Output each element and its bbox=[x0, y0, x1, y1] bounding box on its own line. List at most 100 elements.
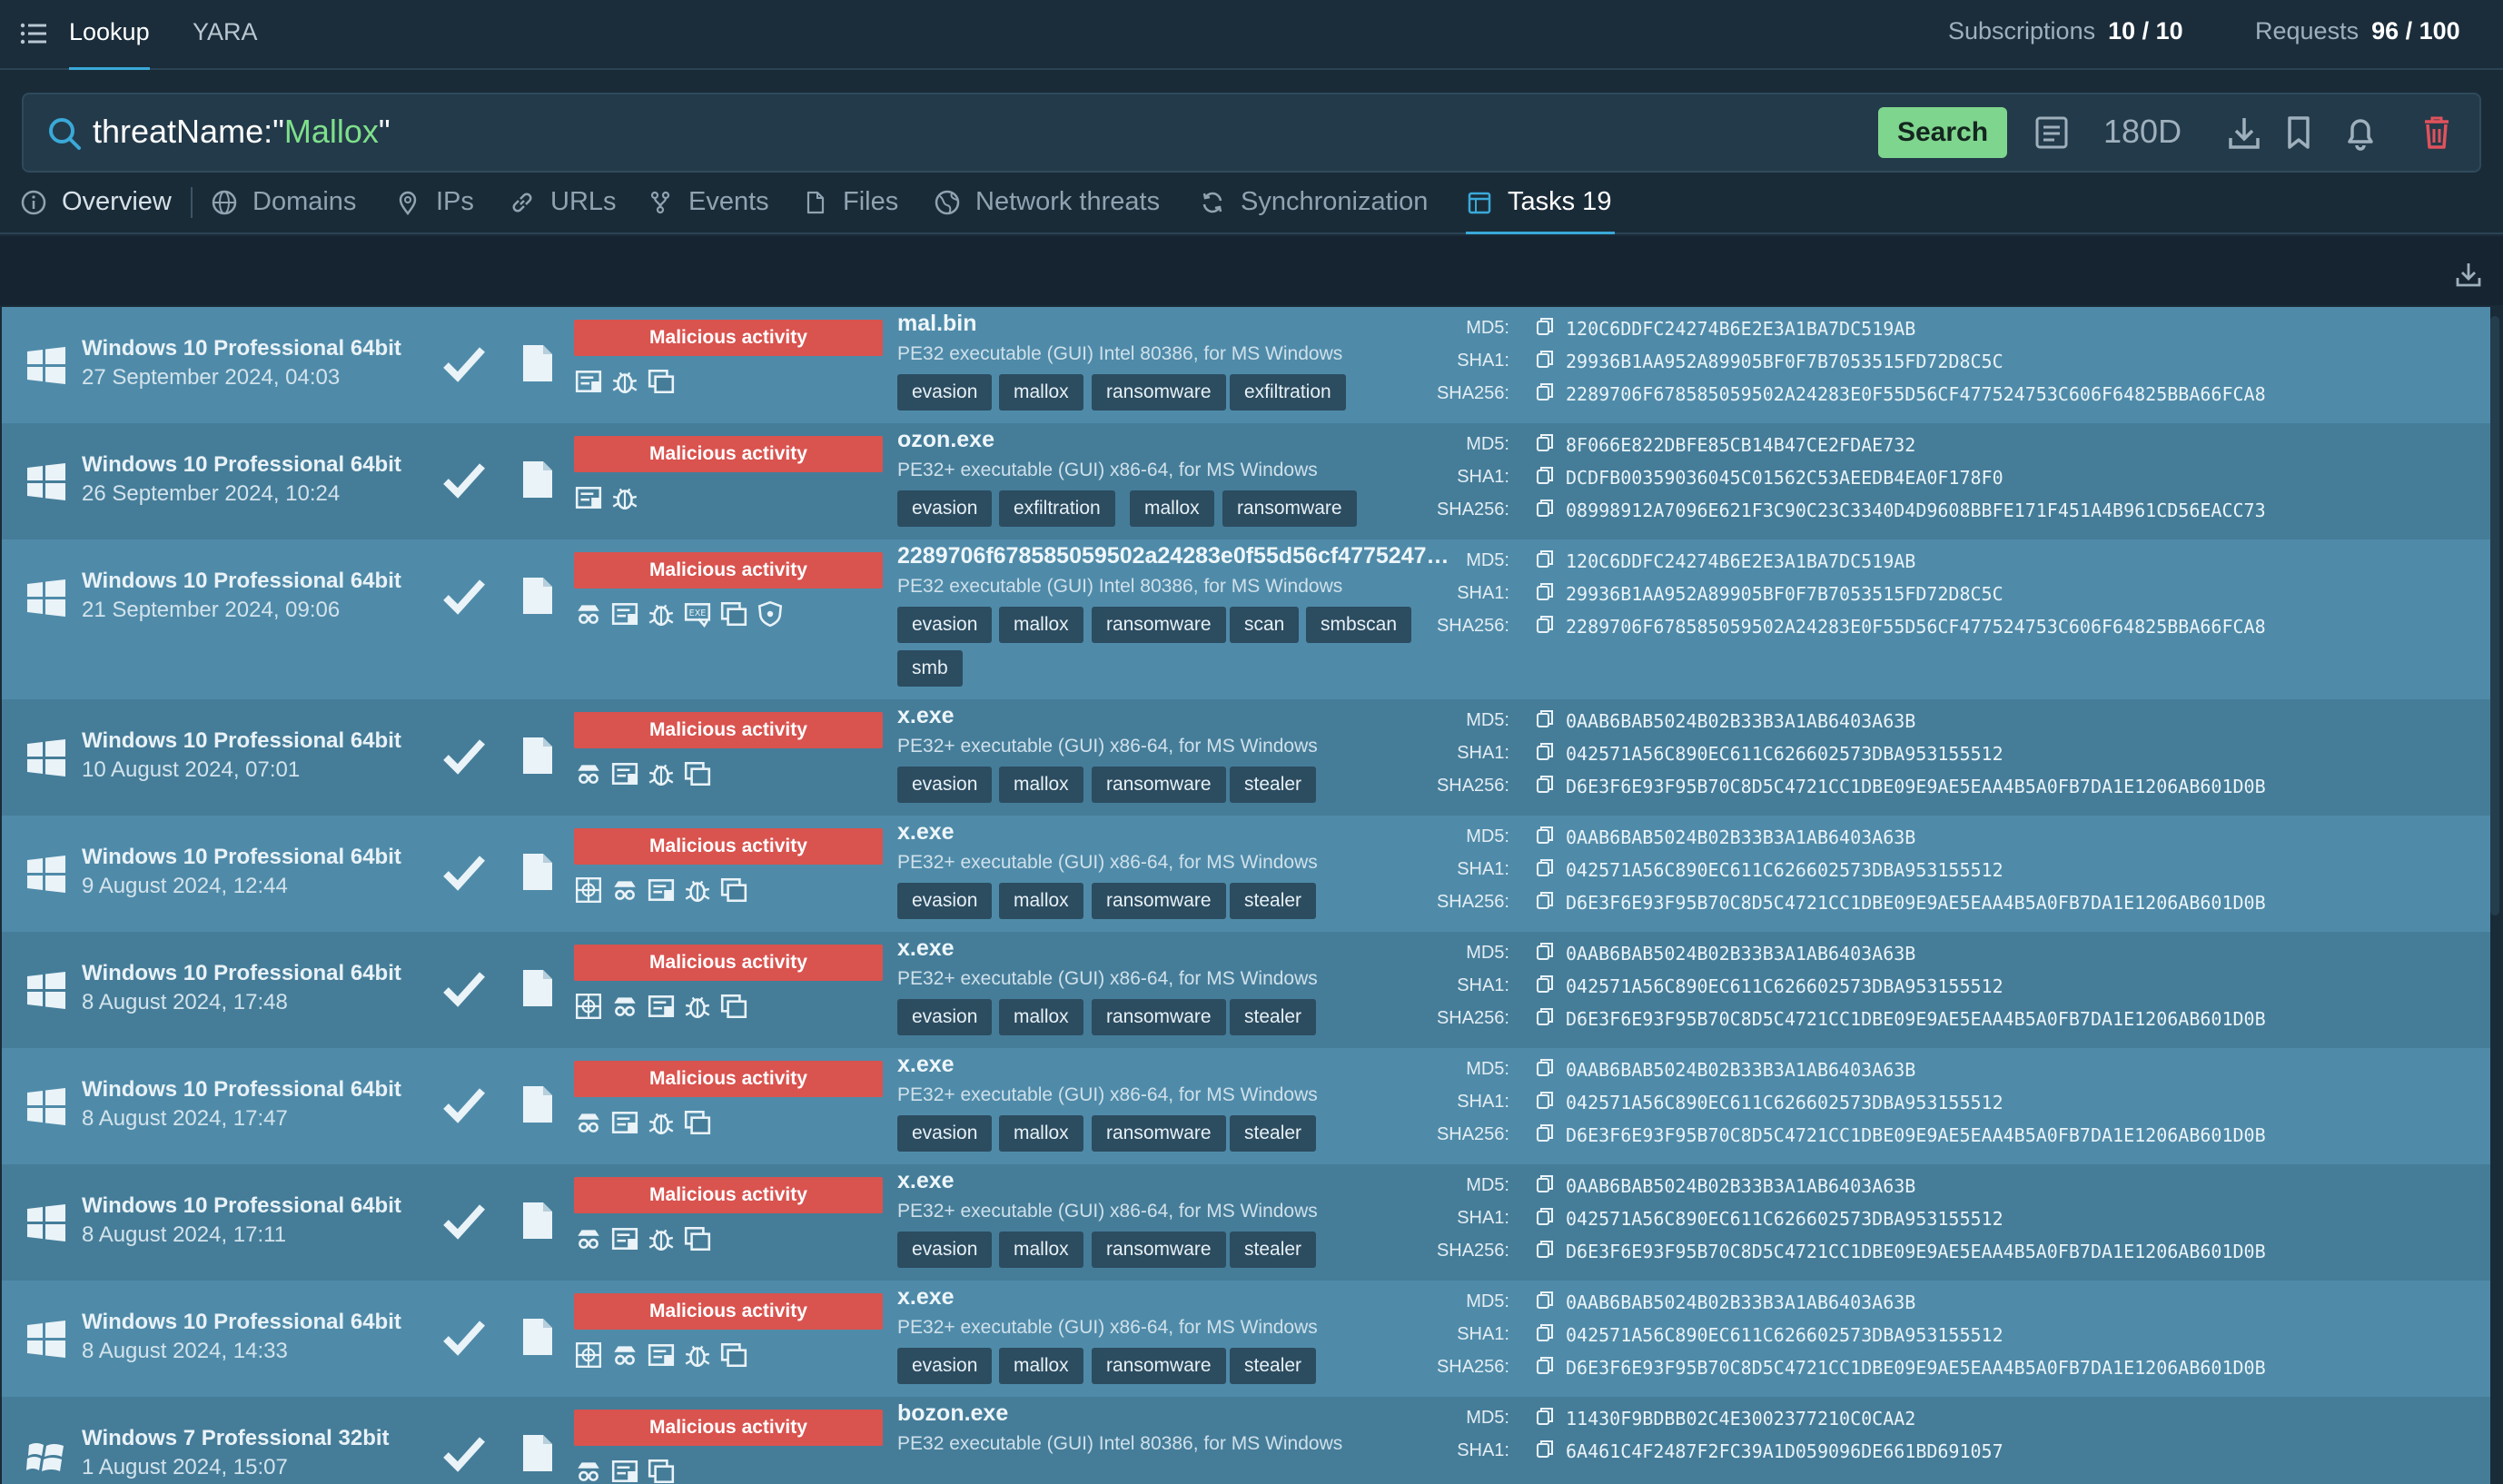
tag[interactable]: evasion bbox=[897, 999, 993, 1035]
windows-icon[interactable] bbox=[647, 1457, 676, 1484]
export-icon[interactable] bbox=[2452, 258, 2485, 291]
tag[interactable]: stealer bbox=[1230, 883, 1317, 919]
tag[interactable]: stealer bbox=[1230, 767, 1317, 803]
tag[interactable]: ransomware bbox=[1092, 883, 1226, 919]
task-file-name[interactable]: 2289706f678585059502a24283e0f55d56cf4775… bbox=[897, 543, 1449, 569]
bookmark-icon[interactable] bbox=[2276, 109, 2321, 156]
hash-sha256-value[interactable]: D6E3F6E93F95B70C8D5C4721CC1DBE09E9AE5EAA… bbox=[1538, 1241, 2266, 1262]
malware-bug-icon[interactable] bbox=[647, 1224, 676, 1253]
tab-overview[interactable]: Overview bbox=[20, 187, 174, 234]
download-icon[interactable] bbox=[2221, 109, 2267, 156]
hash-md5-value[interactable]: 11430F9BDBB02C4E3002377210C0CAA2 bbox=[1538, 1408, 1915, 1430]
spy-icon[interactable] bbox=[574, 1108, 603, 1137]
tag[interactable]: ransomware bbox=[1222, 490, 1357, 527]
search-bar[interactable]: threatName:"Mallox" Search 180D bbox=[22, 93, 2481, 173]
registry-icon[interactable] bbox=[610, 1108, 639, 1137]
registry-icon[interactable] bbox=[610, 1457, 639, 1484]
hash-md5-value[interactable]: 8F066E822DBFE85CB14B47CE2FDAE732 bbox=[1538, 434, 1915, 456]
registry-icon[interactable] bbox=[647, 876, 676, 905]
tab-urls[interactable]: URLs bbox=[509, 187, 618, 234]
tag[interactable]: evasion bbox=[897, 607, 993, 643]
hash-sha1-value[interactable]: DCDFB00359036045C01562C53AEEDB4EA0F178F0 bbox=[1538, 467, 2003, 489]
hash-sha1-value[interactable]: 042571A56C890EC611C626602573DBA953155512 bbox=[1538, 1324, 2003, 1346]
network-icon[interactable] bbox=[574, 876, 603, 905]
search-button[interactable]: Search bbox=[1878, 107, 2007, 158]
hash-sha1-value[interactable]: 042571A56C890EC611C626602573DBA953155512 bbox=[1538, 975, 2003, 997]
task-row[interactable]: Windows 10 Professional 64bit 8 August 20… bbox=[2, 1281, 2490, 1397]
spy-icon[interactable] bbox=[610, 876, 639, 905]
hash-md5-value[interactable]: 0AAB6BAB5024B02B33B3A1AB6403A63B bbox=[1538, 710, 1915, 732]
hash-sha256-value[interactable]: D6E3F6E93F95B70C8D5C4721CC1DBE09E9AE5EAA… bbox=[1538, 1357, 2266, 1379]
tag[interactable]: mallox bbox=[999, 767, 1083, 803]
executable-icon[interactable]: EXE bbox=[683, 599, 712, 628]
hash-md5-value[interactable]: 0AAB6BAB5024B02B33B3A1AB6403A63B bbox=[1538, 943, 1915, 965]
hash-sha1-value[interactable]: 042571A56C890EC611C626602573DBA953155512 bbox=[1538, 1208, 2003, 1230]
tag[interactable]: mallox bbox=[999, 999, 1083, 1035]
search-input[interactable]: threatName:"Mallox" bbox=[93, 113, 391, 151]
tag[interactable]: stealer bbox=[1230, 1348, 1317, 1384]
tag[interactable]: evasion bbox=[897, 1232, 993, 1268]
tag[interactable]: stealer bbox=[1230, 1115, 1317, 1152]
tag[interactable]: evasion bbox=[897, 767, 993, 803]
tab-events[interactable]: Events bbox=[647, 187, 774, 234]
hash-sha1-value[interactable]: 042571A56C890EC611C626602573DBA953155512 bbox=[1538, 743, 2003, 765]
windows-icon[interactable] bbox=[719, 876, 748, 905]
hash-md5-value[interactable]: 0AAB6BAB5024B02B33B3A1AB6403A63B bbox=[1538, 1291, 1915, 1313]
tab-files[interactable]: Files bbox=[801, 187, 910, 234]
task-file-name[interactable]: x.exe bbox=[897, 703, 955, 729]
menu-icon[interactable] bbox=[18, 20, 49, 47]
task-file-name[interactable]: x.exe bbox=[897, 1052, 955, 1078]
windows-icon[interactable] bbox=[683, 1108, 712, 1137]
spy-icon[interactable] bbox=[574, 1457, 603, 1484]
hash-md5-value[interactable]: 120C6DDFC24274B6E2E3A1BA7DC519AB bbox=[1538, 550, 1915, 572]
tag[interactable]: mallox bbox=[999, 883, 1083, 919]
task-file-name[interactable]: bozon.exe bbox=[897, 1400, 1008, 1427]
tag[interactable]: mallox bbox=[999, 1232, 1083, 1268]
network-icon[interactable] bbox=[574, 1341, 603, 1370]
hash-sha256-value[interactable]: 2289706F678585059502A24283E0F55D56CF4775… bbox=[1538, 383, 2266, 405]
malware-bug-icon[interactable] bbox=[683, 1341, 712, 1370]
network-icon[interactable] bbox=[574, 992, 603, 1021]
hash-sha256-value[interactable]: D6E3F6E93F95B70C8D5C4721CC1DBE09E9AE5EAA… bbox=[1538, 1008, 2266, 1030]
delete-icon[interactable] bbox=[2414, 109, 2459, 156]
tag[interactable]: ransomware bbox=[1092, 999, 1226, 1035]
task-row[interactable]: Windows 10 Professional 64bit 9 August 20… bbox=[2, 816, 2490, 932]
hash-sha1-value[interactable]: 042571A56C890EC611C626602573DBA953155512 bbox=[1538, 1092, 2003, 1113]
spy-icon[interactable] bbox=[574, 599, 603, 628]
spy-icon[interactable] bbox=[574, 1224, 603, 1253]
tag[interactable]: smb bbox=[897, 650, 963, 687]
tag[interactable]: evasion bbox=[897, 1348, 993, 1384]
tag[interactable]: mallox bbox=[1130, 490, 1214, 527]
spy-icon[interactable] bbox=[610, 992, 639, 1021]
registry-icon[interactable] bbox=[610, 599, 639, 628]
tag[interactable]: ransomware bbox=[1092, 767, 1226, 803]
task-file-name[interactable]: x.exe bbox=[897, 1284, 955, 1311]
tab-synchronization[interactable]: Synchronization bbox=[1199, 187, 1435, 234]
windows-icon[interactable] bbox=[683, 1224, 712, 1253]
hash-sha1-value[interactable]: 042571A56C890EC611C626602573DBA953155512 bbox=[1538, 859, 2003, 881]
spy-icon[interactable] bbox=[574, 759, 603, 788]
tag[interactable]: evasion bbox=[897, 883, 993, 919]
task-row[interactable]: Windows 10 Professional 64bit 27 Septembe… bbox=[2, 307, 2490, 423]
tag[interactable]: exfiltration bbox=[1230, 374, 1346, 411]
tab-ips[interactable]: IPs bbox=[394, 187, 494, 234]
tab-lookup[interactable]: Lookup bbox=[69, 18, 150, 70]
tab-network-threats[interactable]: Network threats bbox=[934, 187, 1170, 234]
hash-sha1-value[interactable]: 6A461C4F2487F2FC39A1D059096DE661BD691057 bbox=[1538, 1440, 2003, 1462]
hash-sha256-value[interactable]: D6E3F6E93F95B70C8D5C4721CC1DBE09E9AE5EAA… bbox=[1538, 892, 2266, 914]
registry-icon[interactable] bbox=[574, 483, 603, 512]
hash-sha256-value[interactable]: 08998912A7096E621F3C90C23C3340D4D9608BBF… bbox=[1538, 500, 2266, 521]
query-builder-icon[interactable] bbox=[2029, 109, 2074, 156]
task-row[interactable]: Windows 10 Professional 64bit 8 August 20… bbox=[2, 1048, 2490, 1164]
windows-icon[interactable] bbox=[719, 1341, 748, 1370]
hash-sha1-value[interactable]: 29936B1AA952A89905BF0F7B7053515FD72D8C5C bbox=[1538, 583, 2003, 605]
malware-bug-icon[interactable] bbox=[610, 367, 639, 396]
registry-icon[interactable] bbox=[610, 759, 639, 788]
malware-bug-icon[interactable] bbox=[647, 759, 676, 788]
hash-sha1-value[interactable]: 29936B1AA952A89905BF0F7B7053515FD72D8C5C bbox=[1538, 351, 2003, 372]
tag[interactable]: mallox bbox=[999, 607, 1083, 643]
windows-icon[interactable] bbox=[647, 367, 676, 396]
hash-sha256-value[interactable]: 2289706F678585059502A24283E0F55D56CF4775… bbox=[1538, 616, 2266, 638]
malware-bug-icon[interactable] bbox=[610, 483, 639, 512]
task-file-name[interactable]: x.exe bbox=[897, 1168, 955, 1194]
